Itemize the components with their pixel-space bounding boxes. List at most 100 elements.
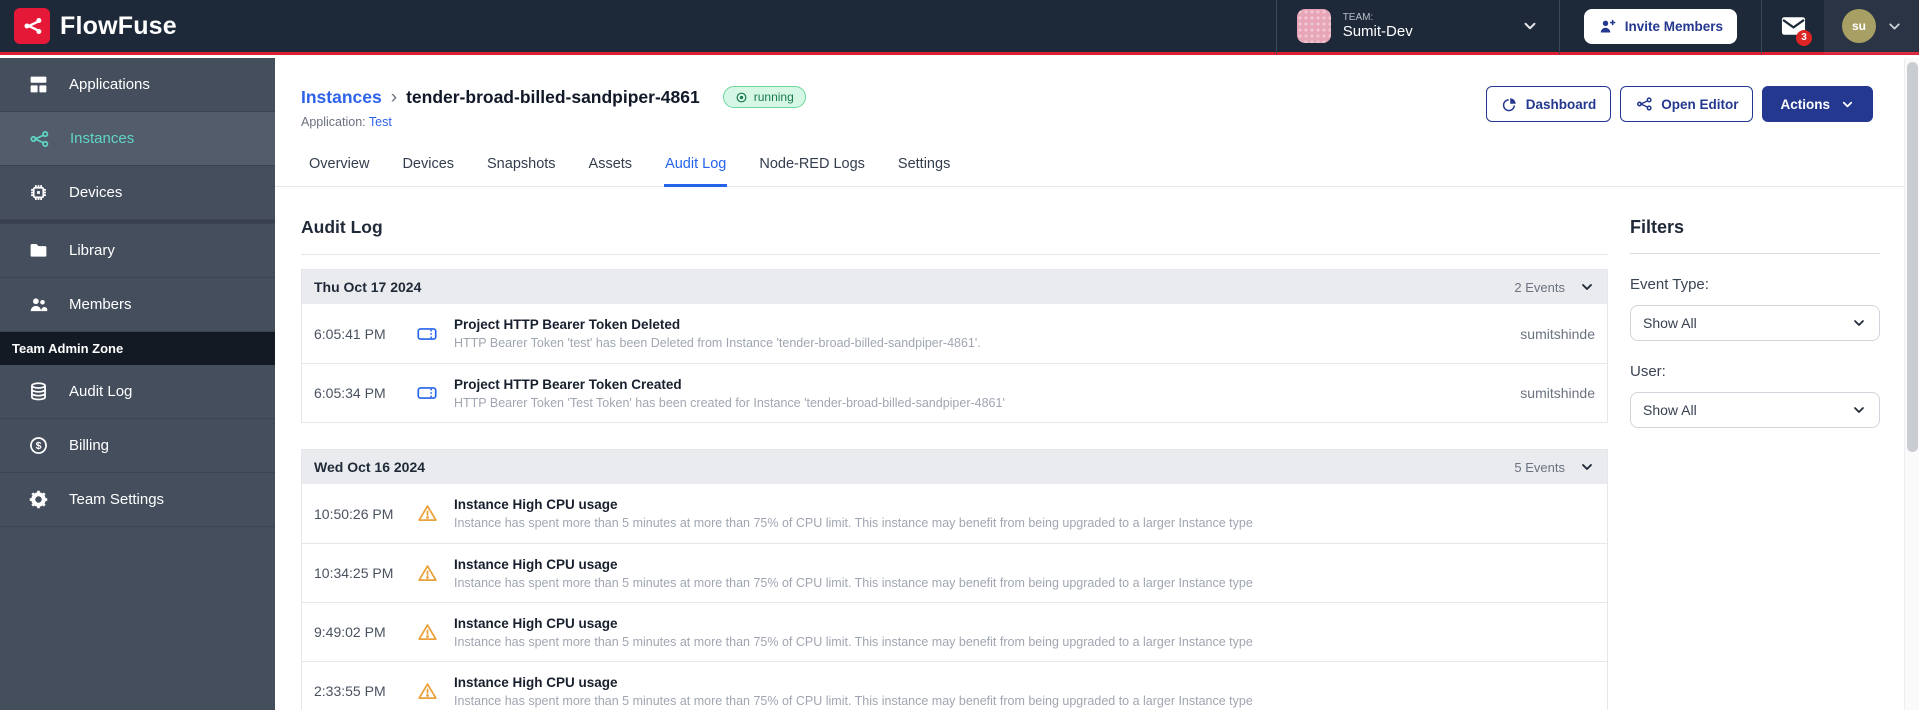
sidebar-item-team-settings[interactable]: Team Settings (0, 473, 275, 527)
application-label: Application: (301, 115, 366, 129)
team-caption: TEAM: (1342, 11, 1374, 23)
event-time: 2:33:55 PM (314, 683, 386, 699)
library-icon (28, 240, 49, 261)
audit-groups: Thu Oct 17 2024 2 Events 6:05:41 PM Proj… (301, 269, 1608, 710)
chevron-down-icon (1851, 315, 1867, 331)
sidebar-item-devices[interactable]: Devices (0, 166, 275, 220)
chevron-down-icon[interactable] (1579, 279, 1595, 295)
actions-button[interactable]: Actions (1762, 86, 1873, 122)
event-time: 6:05:41 PM (314, 325, 386, 342)
open-editor-label: Open Editor (1661, 96, 1739, 112)
event-description: HTTP Bearer Token 'test' has been Delete… (454, 336, 981, 350)
page-title: Audit Log (301, 217, 1608, 255)
event-user: sumitshinde (1520, 325, 1595, 342)
topbar: FlowFuse TEAM: Sumit-Dev Invite Members (0, 0, 1919, 55)
team-name: Sumit-Dev (1342, 23, 1413, 41)
user-menu[interactable]: su (1824, 0, 1919, 54)
audit-group-header[interactable]: Wed Oct 16 2024 5 Events (302, 450, 1607, 484)
flowfuse-logo-icon (14, 8, 50, 44)
dashboard-button[interactable]: Dashboard (1485, 86, 1612, 122)
event-description: Instance has spent more than 5 minutes a… (454, 575, 1253, 590)
user-filter-value: Show All (1643, 402, 1697, 418)
sidebar-item-members[interactable]: Members (0, 278, 275, 332)
svg-text:$: $ (36, 440, 42, 452)
tab-node-red-logs[interactable]: Node-RED Logs (758, 146, 866, 187)
filters-panel: Filters Event Type: Show All User: Show … (1630, 217, 1880, 710)
status-badge: running (722, 86, 806, 108)
team-selector[interactable]: TEAM: Sumit-Dev (1277, 0, 1559, 54)
tab-devices[interactable]: Devices (401, 146, 455, 187)
invite-members-button[interactable]: Invite Members (1583, 8, 1737, 44)
group-event-count: 5 Events (1514, 459, 1565, 475)
event-time: 10:34:25 PM (314, 565, 394, 581)
breadcrumb-separator: › (390, 86, 398, 108)
actions-label: Actions (1780, 96, 1830, 112)
sidebar-item-billing[interactable]: $ Billing (0, 419, 275, 473)
sidebar-item-label: Library (69, 242, 115, 259)
audit-event-row: 10:34:25 PM Instance High CPU usage Inst… (302, 543, 1607, 602)
event-description: Instance has spent more than 5 minutes a… (454, 516, 1253, 530)
tab-overview[interactable]: Overview (308, 146, 370, 187)
warning-icon (417, 563, 438, 584)
audit-event-row: 9:49:02 PM Instance High CPU usage Insta… (302, 602, 1607, 661)
group-date: Thu Oct 17 2024 (314, 279, 422, 295)
status-label: running (753, 90, 794, 104)
scrollbar-thumb[interactable] (1907, 62, 1918, 452)
tab-audit-log[interactable]: Audit Log (664, 146, 728, 187)
event-title: Instance High CPU usage (454, 615, 618, 631)
team-admin-zone-label: Team Admin Zone (0, 332, 275, 365)
event-time: 10:50:26 PM (314, 505, 394, 522)
main-content: Instances › tender-broad-billed-sandpipe… (275, 58, 1919, 710)
warning-icon (417, 503, 438, 524)
event-type-value: Show All (1643, 315, 1697, 331)
sidebar-item-label: Billing (69, 437, 110, 454)
page-scrollbar[interactable] (1904, 58, 1919, 710)
team-avatar (1296, 9, 1331, 43)
ticket-icon (416, 323, 438, 345)
audit-group-header[interactable]: Thu Oct 17 2024 2 Events (302, 270, 1607, 304)
filters-title: Filters (1630, 217, 1880, 254)
group-event-count: 2 Events (1514, 279, 1565, 295)
event-type-label: Event Type: (1630, 276, 1709, 293)
sidebar-item-label: Members (69, 296, 132, 313)
group-rows: 10:50:26 PM Instance High CPU usage Inst… (302, 484, 1607, 710)
tab-snapshots[interactable]: Snapshots (486, 146, 557, 187)
user-select[interactable]: Show All (1630, 392, 1880, 428)
group-rows: 6:05:41 PM Project HTTP Bearer Token Del… (302, 304, 1607, 422)
node-red-fork-icon (1635, 95, 1653, 113)
sidebar-item-label: Team Settings (69, 491, 165, 508)
invite-members-label: Invite Members (1624, 18, 1723, 34)
sidebar-item-audit-log[interactable]: Audit Log (0, 365, 275, 419)
event-time: 9:49:02 PM (314, 624, 386, 640)
event-description: Instance has spent more than 5 minutes a… (454, 693, 1253, 708)
notifications-button[interactable]: 3 (1762, 0, 1824, 54)
brand-name: FlowFuse (60, 11, 177, 40)
chevron-down-icon (1886, 18, 1903, 35)
sidebar-item-applications[interactable]: Applications (0, 58, 275, 112)
application-line: Application: Test (301, 115, 806, 129)
open-editor-button[interactable]: Open Editor (1620, 86, 1754, 122)
breadcrumb-instances-link[interactable]: Instances (301, 87, 382, 108)
event-title: Project HTTP Bearer Token Deleted (454, 317, 681, 332)
tab-assets[interactable]: Assets (588, 146, 634, 187)
chevron-down-icon[interactable] (1579, 459, 1595, 475)
sidebar-item-library[interactable]: Library (0, 224, 275, 278)
sidebar-item-instances[interactable]: Instances (0, 112, 275, 166)
sidebar-item-label: Instances (70, 130, 135, 147)
user-filter-label: User: (1630, 363, 1666, 380)
group-date: Wed Oct 16 2024 (314, 459, 426, 475)
tab-settings[interactable]: Settings (897, 146, 951, 187)
event-description: Instance has spent more than 5 minutes a… (454, 634, 1253, 649)
status-dot-icon (735, 91, 748, 104)
audit-group: Thu Oct 17 2024 2 Events 6:05:41 PM Proj… (301, 269, 1608, 423)
flowfuse-brand[interactable]: FlowFuse (0, 8, 177, 44)
warning-icon (417, 681, 438, 702)
event-title: Project HTTP Bearer Token Created (454, 376, 682, 392)
breadcrumb: Instances › tender-broad-billed-sandpipe… (301, 86, 806, 108)
application-link[interactable]: Test (369, 115, 392, 129)
devices-icon (28, 182, 49, 203)
event-type-select[interactable]: Show All (1630, 305, 1880, 341)
sidebar-item-label: Applications (69, 76, 150, 93)
event-user: sumitshinde (1520, 385, 1595, 401)
instances-icon (28, 128, 50, 150)
